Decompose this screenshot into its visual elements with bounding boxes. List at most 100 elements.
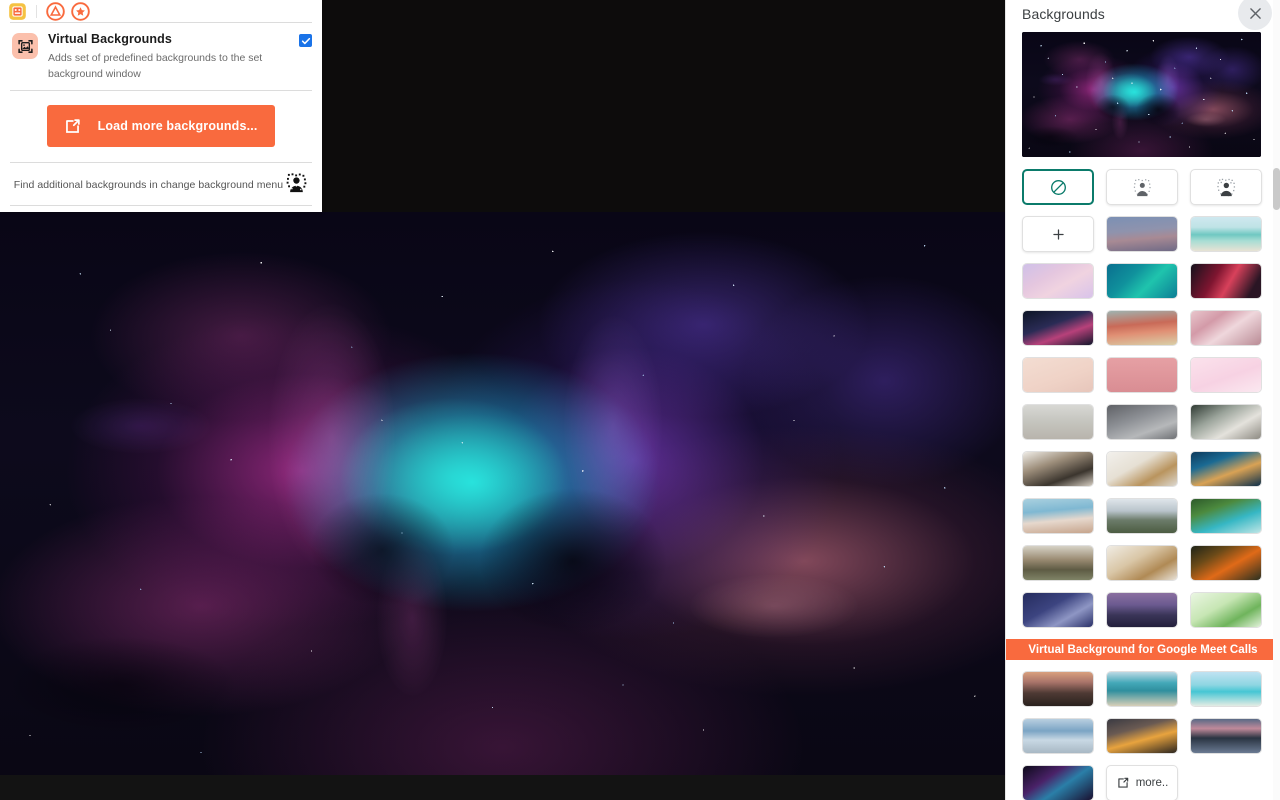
preview-nebula-stars [1022, 32, 1261, 157]
background-thumbnail[interactable] [1190, 404, 1262, 440]
background-thumbnail[interactable] [1022, 451, 1094, 487]
thumb-coral-flowers [1107, 311, 1177, 345]
feature-description: Adds set of predefined backgrounds to th… [48, 52, 263, 80]
thumbnail-row [1022, 357, 1264, 393]
thumbnail-row [1022, 310, 1264, 346]
effect-buttons-row [1022, 169, 1264, 205]
thumb-turquoise-beach [1191, 217, 1261, 251]
close-panel-button[interactable] [1238, 0, 1272, 30]
no-background-button[interactable] [1022, 169, 1094, 205]
background-thumbnail[interactable] [1106, 592, 1178, 628]
virtual-backgrounds-feature-row[interactable]: Virtual Backgrounds Adds set of predefin… [0, 23, 322, 90]
divider-footer [10, 205, 312, 206]
background-thumbnail[interactable] [1190, 592, 1262, 628]
thumb-bright-office [1023, 405, 1093, 439]
background-thumbnails-grid [1022, 263, 1264, 628]
upload-background-button[interactable] [1022, 216, 1094, 252]
thumb-industrial-loft [1107, 405, 1177, 439]
thumb-red-nebula [1191, 264, 1261, 298]
scrollbar-thumb[interactable] [1273, 168, 1280, 210]
thumbnail-row [1022, 404, 1264, 440]
background-thumbnail[interactable] [1022, 592, 1094, 628]
app-root: Virtual Backgrounds Adds set of predefin… [0, 0, 1280, 800]
nebula-stars-layer [0, 212, 1005, 775]
background-thumbnail[interactable] [1190, 718, 1262, 754]
panel-scrollbar[interactable] [1273, 0, 1280, 800]
slight-blur-button[interactable] [1106, 169, 1178, 205]
thumb-green-leaves-pattern [1191, 593, 1261, 627]
background-thumbnail[interactable] [1106, 498, 1178, 534]
background-thumbnail[interactable] [1022, 545, 1094, 581]
background-thumbnail[interactable] [1190, 545, 1262, 581]
thumb-purple-nebula [1023, 766, 1093, 800]
extension-popup-panel: Virtual Backgrounds Adds set of predefin… [0, 0, 322, 212]
virtual-backgrounds-checkbox[interactable] [299, 34, 312, 47]
background-thumbnail[interactable] [1022, 718, 1094, 754]
thumb-teal-waves [1107, 264, 1177, 298]
background-thumbnail[interactable] [1022, 671, 1094, 707]
promo-banner-text: Virtual Background for Google Meet Calls [1028, 643, 1258, 656]
thumb-modern-living-room [1191, 405, 1261, 439]
upload-and-thumbs-row [1022, 216, 1264, 252]
video-stage-black-area [322, 0, 1005, 212]
drive-triangle-icon[interactable] [46, 1, 65, 21]
thumb-horses-field [1023, 546, 1093, 580]
background-thumbnail[interactable] [1106, 671, 1178, 707]
background-thumbnail[interactable] [1190, 310, 1262, 346]
thumb-dramatic-sunset [1107, 719, 1177, 753]
background-thumbnail[interactable] [1106, 216, 1178, 252]
feature-text-block: Virtual Backgrounds Adds set of predefin… [48, 32, 289, 82]
background-thumbnail[interactable] [1190, 671, 1262, 707]
thumb-cherry-blossom-bokeh [1191, 311, 1261, 345]
background-thumbnail[interactable] [1190, 451, 1262, 487]
thumbnail-row [1022, 451, 1264, 487]
applied-background-image [0, 212, 1005, 775]
background-thumbnail[interactable] [1190, 498, 1262, 534]
background-thumbnails-grid-lower [1022, 671, 1264, 754]
backgrounds-panel-header: Backgrounds [1006, 0, 1280, 30]
background-thumbnail[interactable] [1106, 718, 1178, 754]
thumb-sunset-boardwalk [1023, 672, 1093, 706]
background-thumbnail[interactable] [1022, 357, 1094, 393]
background-thumbnail[interactable] [1190, 263, 1262, 299]
virtual-backgrounds-image-icon [12, 33, 38, 59]
thumbnail-row [1022, 263, 1264, 299]
thumb-pink-sprinkles [1191, 358, 1261, 392]
thumb-pastel-clouds [1023, 264, 1093, 298]
background-thumbnail[interactable] [1106, 451, 1178, 487]
panel-title: Backgrounds [1022, 6, 1105, 22]
last-row: more.. [1022, 765, 1264, 800]
promo-banner[interactable]: Virtual Background for Google Meet Calls [1006, 639, 1280, 660]
full-blur-button[interactable] [1190, 169, 1262, 205]
background-thumbnail[interactable] [1022, 498, 1094, 534]
background-thumbnail[interactable] [1106, 404, 1178, 440]
thumb-turquoise-shallows [1107, 672, 1177, 706]
background-thumbnail[interactable] [1022, 263, 1094, 299]
more-backgrounds-button[interactable]: more.. [1106, 765, 1178, 800]
background-thumbnail[interactable] [1106, 263, 1178, 299]
thumbnail-row [1022, 718, 1264, 754]
background-thumbnail[interactable] [1106, 310, 1178, 346]
extension-puzzle-icon[interactable] [8, 2, 27, 21]
background-thumbnail[interactable] [1106, 545, 1178, 581]
backgrounds-side-panel: Backgrounds Virtual Background for Googl… [1005, 0, 1280, 800]
star-circle-icon[interactable] [71, 1, 90, 21]
thumb-blue-ferns [1023, 593, 1093, 627]
background-thumbnail[interactable] [1190, 216, 1262, 252]
extension-toolbar [0, 0, 322, 22]
thumb-autumn-leaves [1191, 546, 1261, 580]
thumbnail-row [1022, 545, 1264, 581]
thumb-pink-fireworks [1023, 311, 1093, 345]
thumb-city-skyline-dusk [1107, 593, 1177, 627]
load-more-backgrounds-button[interactable]: Load more backgrounds... [47, 105, 275, 147]
background-thumbnail[interactable] [1022, 310, 1094, 346]
thumb-pink-grid [1107, 358, 1177, 392]
background-thumbnail[interactable] [1022, 404, 1094, 440]
thumb-outdoor-cafe-night [1191, 452, 1261, 486]
background-thumbnail[interactable] [1022, 765, 1094, 800]
background-thumbnail[interactable] [1106, 357, 1178, 393]
background-thumbnail[interactable] [1190, 357, 1262, 393]
page-bottom-band [0, 775, 1005, 800]
thumb-blush-confetti [1023, 358, 1093, 392]
thumb-snowy-mountains [1107, 499, 1177, 533]
